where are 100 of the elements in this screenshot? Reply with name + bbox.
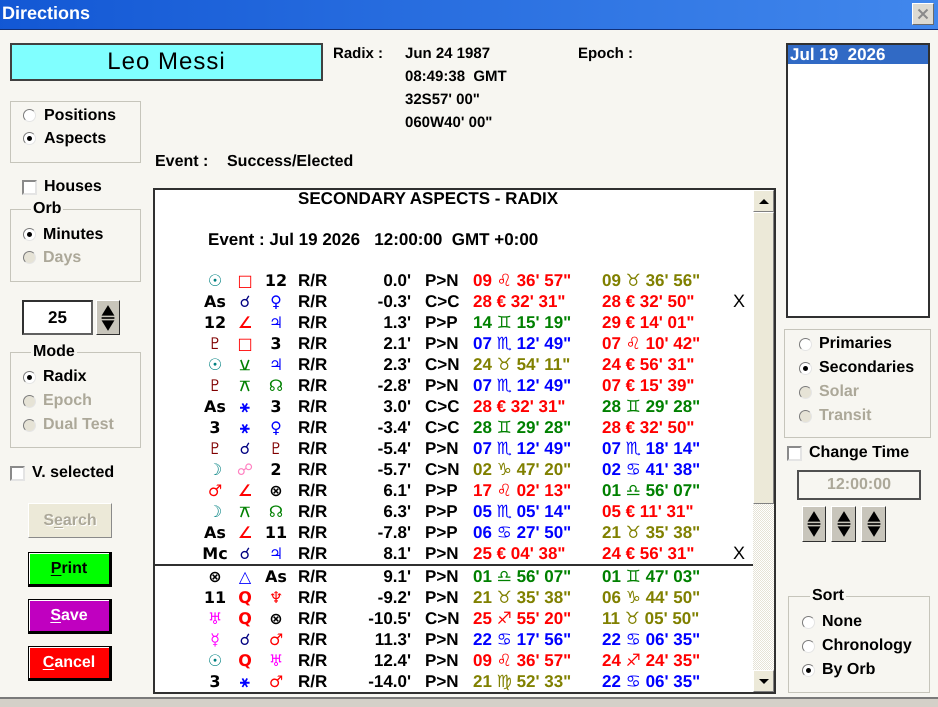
radio-button[interactable] [23, 370, 36, 384]
radio-button[interactable] [802, 640, 815, 652]
symbol-cell-text: ⚹ [239, 417, 251, 438]
position-cell-text: 09 ♌ 36' 57" [473, 650, 572, 671]
checkbox-option[interactable]: Change Time [787, 444, 910, 462]
table-cell-text: C>C [425, 291, 460, 312]
table-cell-text: P>P [425, 522, 459, 543]
spin-button[interactable] [831, 506, 856, 542]
position-cell-text: 07 ♏ 18' 14" [602, 438, 702, 459]
position-cell-text: 07 ♌ 10' 42" [602, 333, 702, 354]
group-title: Sort [811, 587, 845, 605]
checkbox[interactable] [10, 466, 25, 480]
table-cell-text: C>N [425, 354, 460, 375]
symbol-cell-text: ∠ [236, 480, 254, 501]
print-button[interactable]: Print [28, 552, 112, 587]
close-button[interactable] [912, 3, 934, 25]
list-item[interactable]: Jul 19 2026 [788, 45, 928, 64]
date-list[interactable]: Jul 19 2026 [786, 43, 930, 318]
position-cell-text: 01 ♎ 56' 07" [602, 480, 702, 501]
table-cell-text: -5.7' [376, 459, 411, 480]
position-cell-text: 24 ♉ 54' 11" [473, 354, 572, 375]
radio-button[interactable] [23, 228, 36, 241]
table-cell-text: P>P [425, 480, 459, 501]
table-cell-text: 1.3' [382, 312, 411, 333]
position-cell-text: 06 ♋ 27' 50" [473, 522, 572, 543]
radix-value: 060W40' 00" [405, 113, 492, 133]
report-title: SECONDARY ASPECTS - RADIX [298, 190, 558, 208]
checkbox[interactable] [787, 446, 802, 460]
symbol-cell-text: ♂ [268, 671, 284, 692]
position-cell-text: 21 ♉ 35' 38" [473, 587, 572, 608]
table-cell-text: R/R [298, 333, 328, 354]
table-cell-text: 2.3' [382, 354, 411, 375]
symbol-cell-text: □ [236, 333, 254, 354]
table-cell-text: R/R [298, 480, 328, 501]
scroll-down-button[interactable] [753, 670, 774, 692]
radio-option[interactable]: Secondaries [799, 356, 914, 380]
name-field: Leo Messi [10, 43, 323, 81]
symbol-cell-text: ∠ [236, 522, 254, 543]
radio-button[interactable] [802, 664, 815, 676]
table-cell-text: P>N [425, 270, 460, 291]
radio-option[interactable]: Minutes [23, 223, 104, 246]
checkbox[interactable] [22, 180, 37, 194]
radio-option[interactable]: Primaries [799, 332, 892, 356]
symbol-cell-text: ♇ [206, 333, 224, 354]
symbol-cell-text: Q [237, 650, 253, 671]
scroll-up-button[interactable] [753, 190, 774, 212]
table-cell-text: R/R [298, 501, 328, 522]
radix-value: 08:49:38 GMT [405, 67, 507, 87]
position-cell-text: 28 ♊ 29' 28" [473, 417, 572, 438]
symbol-cell-text: As [203, 522, 227, 543]
table-cell-text: 8.1' [382, 543, 411, 564]
symbol-cell-text: ♅ [268, 650, 284, 671]
table-cell-text: R/R [298, 459, 328, 480]
table-cell-text: R/R [298, 522, 328, 543]
table-cell-text: P>P [425, 312, 459, 333]
spin-button[interactable] [861, 506, 886, 542]
symbol-cell-text: 12 [264, 270, 288, 291]
scrollbar-thumb[interactable] [753, 212, 774, 504]
table-cell-text: P>N [425, 587, 460, 608]
radio-option[interactable]: Chronology [802, 634, 912, 658]
symbol-cell-text: ♇ [268, 438, 284, 459]
spin-button[interactable] [96, 300, 120, 335]
position-cell-text: 21 ♍ 52' 33" [473, 671, 572, 692]
symbol-cell-text: ♃ [268, 543, 284, 564]
table-cell-text: 0.0' [382, 270, 411, 291]
radio-option[interactable]: Radix [23, 365, 87, 389]
scrollbar[interactable] [753, 190, 774, 692]
symbol-cell-text: ⊗ [268, 480, 284, 501]
position-cell-text: 21 ♉ 35' 38" [602, 522, 702, 543]
table-cell-text: R/R [298, 629, 328, 650]
symbol-cell-text: ☊ [268, 375, 284, 396]
table-cell-text: R/R [298, 417, 328, 438]
radix-value: 32S57' 00" [405, 90, 480, 110]
radio-option[interactable]: Positions [23, 104, 116, 127]
window-title: Directions [1, 2, 90, 24]
table-cell-text: R/R [298, 671, 328, 692]
radio-button[interactable] [799, 362, 812, 374]
radio-button[interactable] [23, 109, 36, 122]
save-button[interactable]: Save [28, 599, 112, 634]
table-cell-text: 2.1' [382, 333, 411, 354]
radio-option[interactable]: By Orb [802, 658, 876, 682]
radio-button[interactable] [799, 338, 812, 350]
position-cell-text: 06 ♑ 44' 50" [602, 587, 702, 608]
radio-option[interactable]: Aspects [23, 127, 106, 150]
checkbox-option[interactable]: V. selected [10, 464, 114, 482]
orb-field[interactable]: 25 [22, 300, 93, 335]
position-cell-text: 05 € 11' 31" [602, 501, 695, 522]
symbol-cell-text: ♀ [269, 417, 283, 438]
position-cell-text: 28 € 32' 31" [473, 396, 566, 417]
checkbox-option[interactable]: Houses [22, 178, 102, 196]
radio-button[interactable] [802, 616, 815, 628]
spin-button[interactable] [802, 506, 826, 542]
symbol-cell-text: ⚺ [238, 354, 252, 375]
radio-button[interactable] [23, 132, 36, 145]
symbol-cell-text: ♇ [206, 438, 224, 459]
position-cell-text: 14 ♊ 15' 19" [473, 312, 572, 333]
radio-option[interactable]: None [802, 610, 862, 634]
table-cell-text: R/R [298, 270, 328, 291]
cancel-button[interactable]: Cancel [28, 646, 112, 681]
symbol-cell: Mc [201, 543, 229, 564]
